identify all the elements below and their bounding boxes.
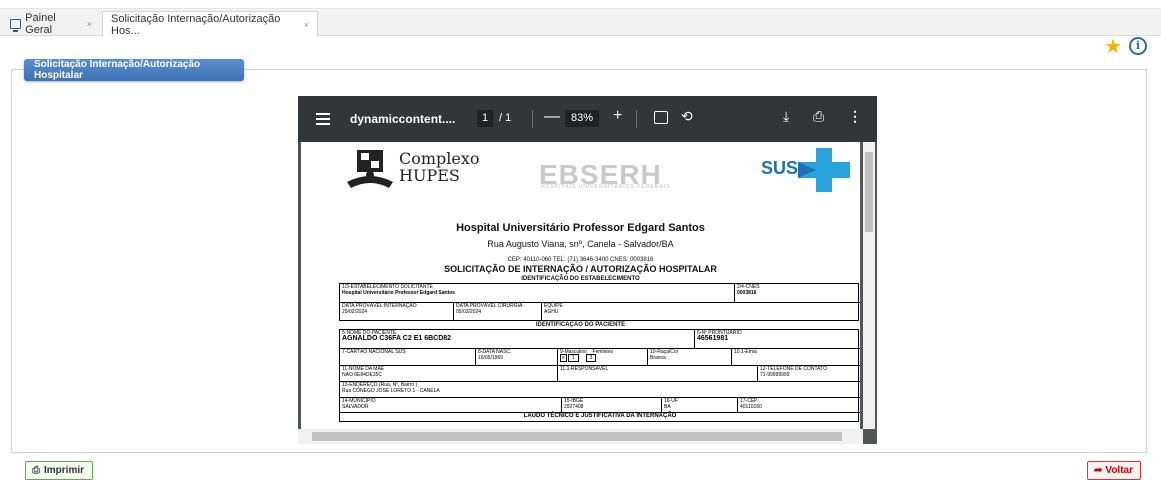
section-paciente: IDENTIFICAÇÃO DO PACIENTE	[535, 322, 626, 328]
pdf-toolbar: dynamiccontent.... 1 / 1 — 83% + ⟲ ⤓ ⎙ ⋮	[298, 96, 877, 142]
hupes-logo-text: Complexo HUPES	[399, 149, 480, 185]
page-total: / 1	[499, 112, 512, 124]
printer-icon: ⎙	[32, 465, 40, 476]
nome-cell: 5-NOME DO PACIENTE AGNALDO C36FA C2 E1 6B…	[340, 330, 695, 349]
tab-label: Painel Geral	[25, 12, 56, 36]
close-icon[interactable]: ×	[304, 20, 309, 30]
etnia-cell: 10.1-Etnia	[732, 349, 860, 366]
data-cirurgia-cell: DATA PROVÁVEL CIRURGIA 05/03/2024	[454, 303, 542, 321]
close-icon[interactable]: ×	[87, 19, 92, 29]
ebserh-logo-sub: HOSPITAIS UNIVERSITÁRIOS FEDERAIS	[541, 184, 671, 190]
data-internacao-cell: DATA PROVÁVEL INTERNAÇÃO 29/02/2024	[340, 303, 454, 321]
ibge-cell: 15-IBGE 2927408	[562, 398, 662, 413]
print-button-label: Imprimir	[44, 465, 85, 476]
horizontal-scrollbar[interactable]	[298, 429, 863, 444]
cnes-cell: 2/4-CNES 0003816	[735, 284, 860, 303]
nascimento-cell: 8-DATA NASC. 16/05/1969	[476, 349, 558, 366]
star-icon[interactable]: ★	[1104, 37, 1122, 57]
sus-logo: SUS	[761, 158, 799, 178]
prontuario-cell: 6-Nº PRONTUÁRIO 46561981	[695, 330, 860, 349]
form-title: SOLICITAÇÃO DE INTERNAÇÃO / AUTORIZAÇÃO …	[444, 264, 717, 274]
raca-cell: 10-Raça/Cor Branca	[648, 349, 732, 366]
menu-icon[interactable]	[316, 113, 330, 128]
tab-solicitacao[interactable]: Solicitação Internação/Autorização Hos..…	[102, 11, 318, 37]
print-button[interactable]: ⎙ Imprimir	[25, 461, 93, 480]
panel-title: Solicitação Internação/Autorização Hospi…	[24, 59, 244, 81]
download-icon[interactable]: ⤓	[783, 108, 789, 125]
vertical-scrollbar[interactable]	[863, 142, 875, 429]
zoom-in-button[interactable]: +	[613, 107, 622, 125]
page-number-input[interactable]: 1	[477, 110, 493, 127]
hospital-address: Rua Augusto Viana, snº, Canela - Salvado…	[487, 239, 674, 249]
divider	[532, 110, 533, 128]
rotate-icon[interactable]: ⟲	[681, 108, 693, 125]
equipe-cell: EQUIPE AGHU	[544, 303, 563, 315]
hospital-name: Hospital Universitário Professor Edgard …	[456, 222, 705, 234]
tab-painel-geral[interactable]: Painel Geral ×	[2, 11, 100, 37]
pdf-viewer: dynamiccontent.... 1 / 1 — 83% + ⟲ ⤓ ⎙ ⋮…	[298, 96, 877, 444]
cep-cell: 17-CEP 40110160	[738, 398, 860, 413]
tab-label: Solicitação Internação/Autorização Hos..…	[111, 12, 281, 37]
back-button[interactable]: ➦ Voltar	[1087, 461, 1141, 480]
monitor-icon	[10, 19, 22, 32]
section-laudo: LAUDO TÉCNICO E JUSTIFICATIVA DA INTERNA…	[523, 413, 677, 419]
print-icon[interactable]: ⎙	[813, 108, 824, 125]
zoom-level-input[interactable]: 83%	[565, 110, 599, 127]
pdf-filename: dynamiccontent....	[350, 112, 456, 126]
back-arrow-icon: ➦	[1094, 465, 1103, 476]
info-icon[interactable]: i	[1129, 37, 1147, 55]
tab-bar: Painel Geral × Solicitação Internação/Au…	[0, 8, 1161, 37]
cartao-sus-cell: 7-CARTÃO NACIONAL SUS	[340, 349, 476, 366]
zoom-out-button[interactable]: —	[544, 108, 560, 126]
divider	[636, 110, 637, 128]
endereco-cell: 13-ENDEREÇO (Rua, Nº, Bairro ) Rua CÔNEGO…	[340, 382, 860, 398]
back-button-label: Voltar	[1105, 465, 1133, 476]
hupes-logo-icon	[347, 150, 393, 188]
municipio-cell: 14-MUNICÍPIO SALVADOR	[340, 398, 562, 413]
section-estabelecimento: IDENTIFICAÇÃO DO ESTABELECIMENTO	[521, 276, 640, 282]
nome-mae-cell: 11-NOME DA MÃE NAO 6E84DE35C	[340, 366, 558, 382]
more-options-icon[interactable]: ⋮	[848, 108, 862, 125]
pdf-page: Complexo HUPES EBSERH HOSPITAIS UNIVERSI…	[301, 142, 860, 429]
sus-cross-icon	[798, 148, 850, 192]
telefone-cell: 12-TELEFONE DE CONTATO 71-99999999	[758, 366, 860, 382]
sexo-cell: 9-Masculino Feminino x 1 3	[558, 349, 648, 366]
fit-page-icon[interactable]	[654, 111, 668, 124]
estab-block: 1/3-ESTABELECIMENTO SOLICITANTE Hospital …	[339, 283, 860, 321]
estab-cell: 1/3-ESTABELECIMENTO SOLICITANTE Hospital …	[340, 284, 735, 303]
responsavel-cell: 11.1-RESPONSÁVEL	[558, 366, 758, 382]
scroll-thumb[interactable]	[865, 152, 873, 232]
paciente-block: 5-NOME DO PACIENTE AGNALDO C36FA C2 E1 6B…	[339, 329, 860, 422]
scroll-thumb[interactable]	[312, 432, 842, 441]
hospital-contact: CEP: 40110-060 TEL: (71) 3646-3400 CNES:…	[507, 257, 654, 263]
uf-cell: 16-UF BA	[662, 398, 738, 413]
